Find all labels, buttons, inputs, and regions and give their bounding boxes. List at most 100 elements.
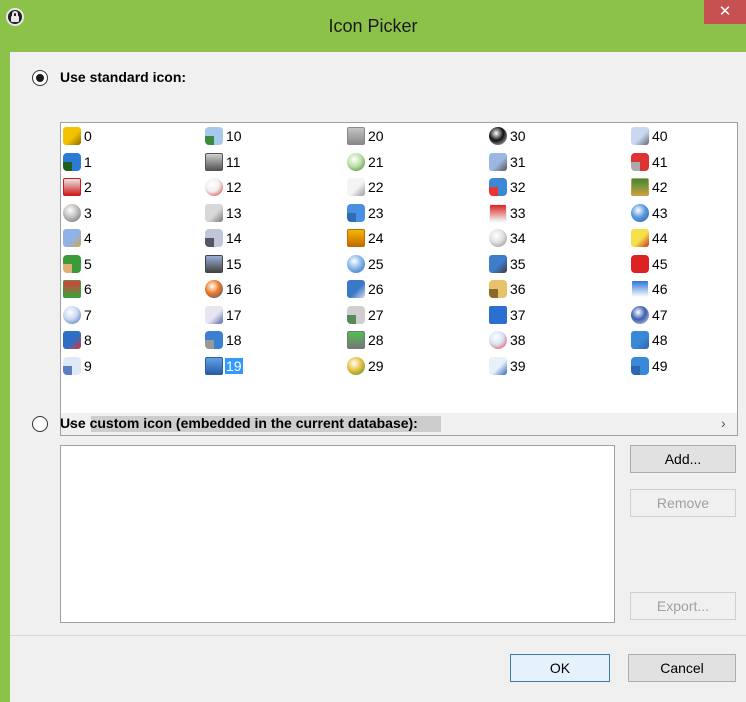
add-button[interactable]: Add... — [630, 445, 736, 473]
icon-item-15[interactable]: 15 — [205, 254, 243, 274]
custom-icon-radio[interactable] — [32, 416, 48, 432]
icon-item-9[interactable]: 9 — [63, 356, 93, 376]
icon-item-40[interactable]: 40 — [631, 126, 669, 146]
icon-item-48[interactable]: 48 — [631, 330, 669, 350]
custom-icon-label[interactable]: Use custom icon (embedded in the current… — [60, 415, 418, 431]
icon-item-10[interactable]: 10 — [205, 126, 243, 146]
icon-item-label: 11 — [226, 153, 241, 170]
delete-icon — [631, 254, 649, 273]
custom-icon-list[interactable] — [60, 445, 615, 623]
icon-item-label: 32 — [510, 179, 526, 195]
standard-icon-radio[interactable] — [32, 70, 48, 86]
icon-item-1[interactable]: 1 — [63, 152, 93, 172]
icon-item-18[interactable]: 18 — [205, 330, 243, 350]
icon-item-33[interactable]: 33 — [489, 203, 527, 223]
icon-item-23[interactable]: 23 — [347, 203, 385, 223]
icon-item-44[interactable]: 44 — [631, 228, 669, 248]
icon-item-13[interactable]: 13 — [205, 203, 243, 223]
icon-item-8[interactable]: 8 — [63, 330, 93, 350]
icon-item-14[interactable]: 14 — [205, 228, 243, 248]
warning-icon — [63, 178, 81, 196]
globe-icon — [63, 152, 81, 171]
document-icon — [347, 178, 365, 196]
icon-item-label: 47 — [652, 306, 668, 323]
export-button[interactable]: Export... — [630, 592, 736, 620]
icon-item-label: 45 — [652, 255, 668, 272]
icon-item-label: 40 — [652, 128, 668, 144]
icon-item-label: 17 — [226, 306, 242, 323]
window-title: Icon Picker — [328, 16, 418, 36]
floppy-icon — [347, 280, 365, 298]
icon-item-label: 36 — [510, 281, 526, 297]
icon-item-38[interactable]: 38 — [489, 330, 527, 350]
icon-item-label: 16 — [226, 281, 242, 297]
remove-button[interactable]: Remove — [630, 489, 736, 517]
computer-user-icon — [489, 254, 507, 273]
icon-item-21[interactable]: 21 — [347, 152, 385, 172]
icon-item-label: 25 — [368, 255, 384, 272]
scroll-right-button[interactable]: › — [721, 415, 726, 431]
icon-item-label: 41 — [652, 153, 668, 170]
icon-item-label: 46 — [652, 281, 668, 297]
icon-item-5[interactable]: 5 — [63, 254, 93, 274]
icon-item-27[interactable]: 27 — [347, 305, 385, 325]
standard-icon-list[interactable]: 0 1 2 3 4 5 6 7 8 9 10 11 12 13 14 15 16 17 18 19 20 21 22 23 24… — [60, 122, 738, 436]
cancel-button[interactable]: Cancel — [628, 654, 736, 682]
icon-item-label: 3 — [84, 204, 92, 221]
icon-item-4[interactable]: 4 — [63, 228, 93, 248]
package-icon — [631, 305, 649, 324]
icon-item-0[interactable]: 0 — [63, 126, 93, 146]
icon-item-20[interactable]: 20 — [347, 126, 385, 146]
folder-mail-icon — [347, 254, 365, 273]
icon-item-28[interactable]: 28 — [347, 330, 385, 350]
icon-item-42[interactable]: 42 — [631, 177, 669, 197]
icon-item-3[interactable]: 3 — [63, 203, 93, 223]
icon-item-label: 43 — [652, 204, 668, 221]
clock-icon — [489, 356, 507, 375]
icon-item-30[interactable]: 30 — [489, 126, 527, 146]
title-bar[interactable]: Icon Picker ✕ — [0, 0, 746, 52]
icon-item-24[interactable]: 24 — [347, 228, 385, 248]
icon-item-43[interactable]: 43 — [631, 203, 669, 223]
icon-item-32[interactable]: 32 — [489, 177, 527, 197]
icon-item-label: 4 — [84, 230, 92, 246]
icon-item-6[interactable]: 6 — [63, 279, 93, 299]
ok-button[interactable]: OK — [510, 654, 610, 682]
icon-item-label: 18 — [226, 332, 242, 348]
icon-item-label: 49 — [652, 357, 668, 374]
icon-item-34[interactable]: 34 — [489, 228, 527, 248]
star-icon — [205, 280, 223, 298]
icon-item-46[interactable]: 46 — [631, 279, 669, 299]
icon-item-label: 19 — [225, 357, 243, 374]
icon-item-26[interactable]: 26 — [347, 279, 385, 299]
icon-item-19[interactable]: 19 — [205, 356, 243, 376]
icon-item-label: 8 — [84, 332, 92, 348]
icon-item-35[interactable]: 35 — [489, 254, 527, 274]
identity-icon — [205, 127, 223, 145]
icon-item-37[interactable]: 37 — [489, 305, 527, 325]
archive-icon — [489, 280, 507, 298]
icon-item-2[interactable]: 2 — [63, 177, 93, 197]
icon-item-17[interactable]: 17 — [205, 305, 243, 325]
icon-item-36[interactable]: 36 — [489, 279, 527, 299]
recycle-bin-icon — [631, 203, 649, 222]
checklist-icon — [347, 152, 365, 171]
icon-item-41[interactable]: 41 — [631, 152, 669, 172]
icon-item-49[interactable]: 49 — [631, 356, 669, 376]
icon-item-12[interactable]: 12 — [205, 177, 243, 197]
icon-item-39[interactable]: 39 — [489, 356, 527, 376]
icon-item-47[interactable]: 47 — [631, 305, 669, 325]
close-button[interactable]: ✕ — [704, 0, 746, 24]
icon-item-31[interactable]: 31 — [489, 152, 527, 172]
icon-item-25[interactable]: 25 — [347, 254, 385, 274]
icon-item-7[interactable]: 7 — [63, 305, 93, 325]
icon-item-16[interactable]: 16 — [205, 279, 243, 299]
icon-item-11[interactable]: 11 — [205, 152, 242, 172]
icon-item-22[interactable]: 22 — [347, 177, 385, 197]
window-icon — [347, 203, 365, 222]
icon-item-label: 14 — [226, 230, 242, 246]
icon-item-29[interactable]: 29 — [347, 356, 385, 376]
wrench-icon — [489, 229, 507, 247]
standard-icon-label[interactable]: Use standard icon: — [60, 69, 186, 85]
icon-item-45[interactable]: 45 — [631, 254, 669, 274]
